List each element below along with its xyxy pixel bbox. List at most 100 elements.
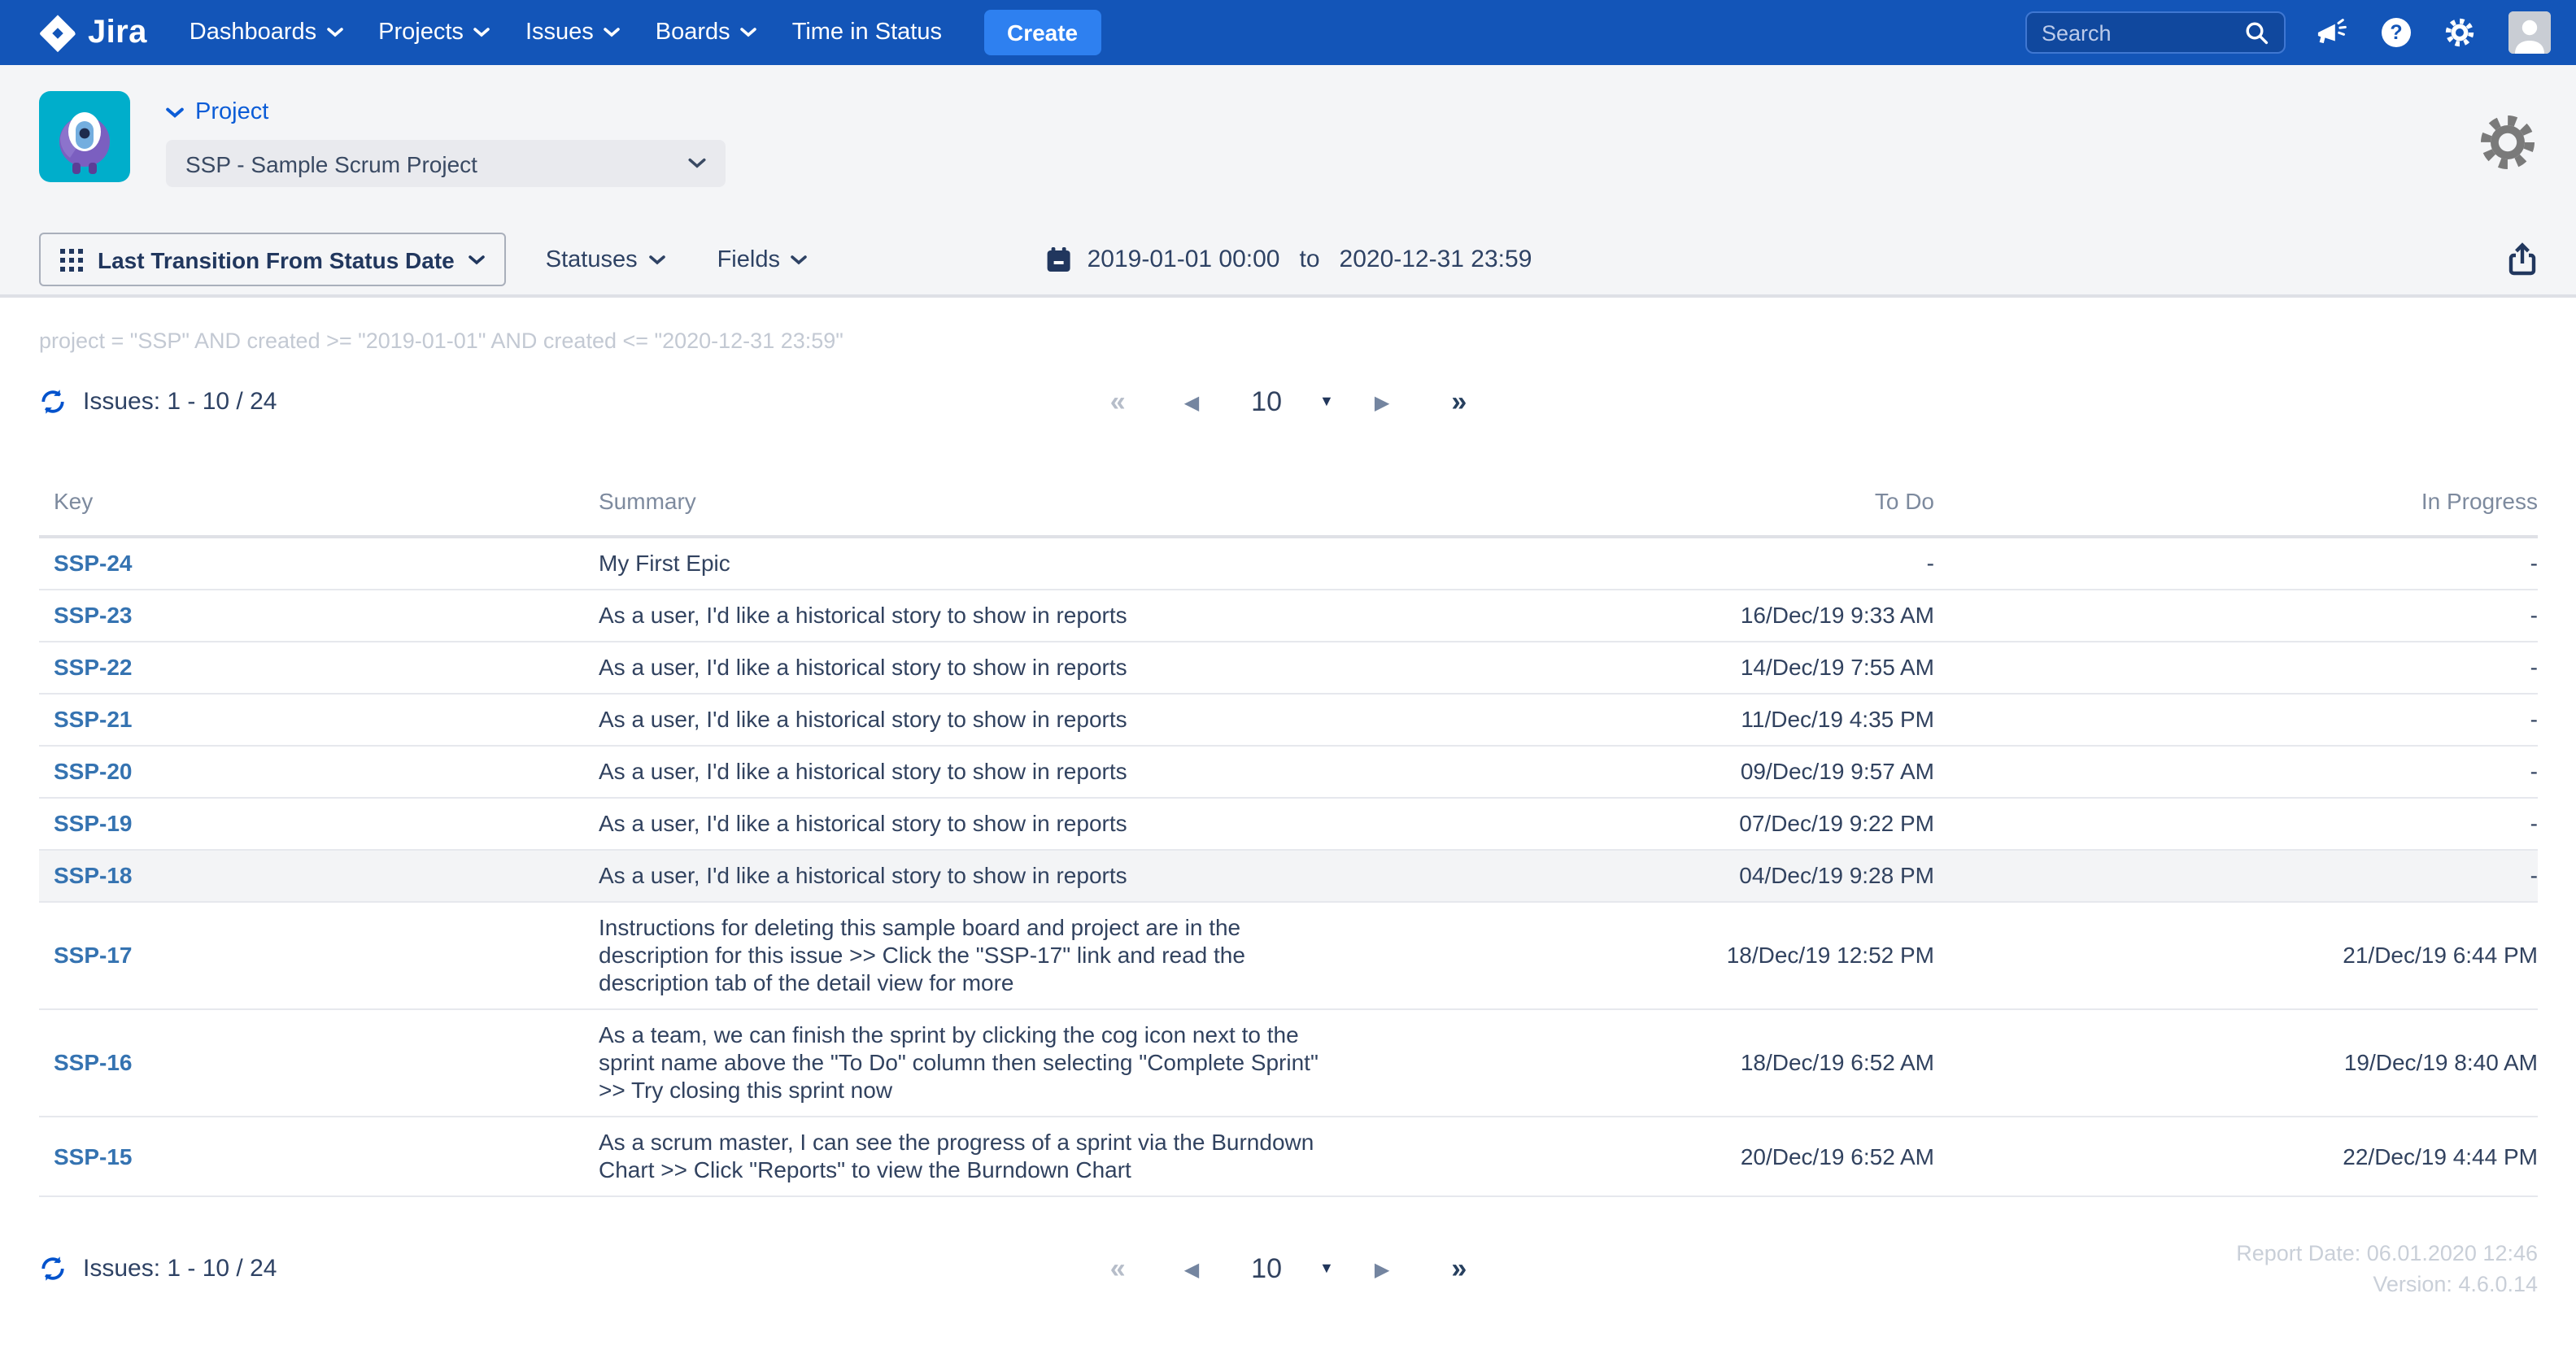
nav-item-time-in-status[interactable]: Time in Status <box>792 20 942 46</box>
report-type-dropdown[interactable]: Last Transition From Status Date <box>39 233 507 286</box>
issue-summary: As a user, I'd like a historical story t… <box>599 642 1363 694</box>
search-input[interactable] <box>2042 20 2243 45</box>
table-header-row: Key Summary To Do In Progress <box>39 472 2538 537</box>
project-select-value: SSP - Sample Scrum Project <box>185 150 477 176</box>
pagination-bottom: « ◀ 10 ▼ ▶ » <box>1110 1255 1467 1282</box>
top-list-controls: Issues: 1 - 10 / 24 « ◀ 10 ▼ ▶ » <box>39 374 2538 429</box>
issue-summary: Instructions for deleting this sample bo… <box>599 902 1363 1009</box>
last-page-button[interactable]: » <box>1451 1255 1467 1282</box>
next-page-button[interactable]: ▶ <box>1375 392 1389 412</box>
calendar-icon <box>1045 246 1073 273</box>
issue-key-link[interactable]: SSP-19 <box>39 798 599 850</box>
page-size-value[interactable]: 10 <box>1251 1255 1282 1282</box>
issue-todo-date: 20/Dec/19 6:52 AM <box>1363 1117 1934 1196</box>
settings-gear-icon[interactable] <box>2478 112 2538 181</box>
issue-todo-date: 09/Dec/19 9:57 AM <box>1363 746 1934 798</box>
top-navigation-bar: Jira Dashboards Projects Issues Boards T… <box>0 0 2576 65</box>
column-header-key: Key <box>39 472 599 537</box>
date-from: 2019-01-01 00:00 <box>1087 246 1280 273</box>
report-date: Report Date: 06.01.2020 12:46 <box>2236 1238 2538 1269</box>
project-select[interactable]: SSP - Sample Scrum Project <box>166 140 726 187</box>
pagination-top: « ◀ 10 ▼ ▶ » <box>1110 388 1467 416</box>
issue-summary: My First Epic <box>599 537 1363 590</box>
nav-item-issues[interactable]: Issues <box>525 20 620 46</box>
issue-key-link[interactable]: SSP-15 <box>39 1117 599 1196</box>
issue-inprogress-date: - <box>1934 746 2538 798</box>
statuses-dropdown[interactable]: Statuses <box>546 246 665 272</box>
avatar[interactable] <box>2508 11 2551 54</box>
prev-page-button[interactable]: ◀ <box>1184 392 1199 412</box>
issue-key-link[interactable]: SSP-21 <box>39 694 599 746</box>
chevron-down-icon <box>604 28 620 37</box>
issue-todo-date: 18/Dec/19 12:52 PM <box>1363 902 1934 1009</box>
prev-page-button[interactable]: ◀ <box>1184 1259 1199 1278</box>
nav-item-dashboards[interactable]: Dashboards <box>190 20 342 46</box>
issue-summary: As a user, I'd like a historical story t… <box>599 694 1363 746</box>
refresh-icon[interactable] <box>39 1255 67 1282</box>
export-icon[interactable] <box>2507 242 2538 277</box>
refresh-icon[interactable] <box>39 388 67 416</box>
nav-item-projects[interactable]: Projects <box>378 20 490 46</box>
first-page-button[interactable]: « <box>1110 388 1126 416</box>
report-version: Version: 4.6.0.14 <box>2236 1269 2538 1300</box>
table-row: SSP-17 Instructions for deleting this sa… <box>39 902 2538 1009</box>
jira-logo-text: Jira <box>88 14 147 51</box>
issue-key-link[interactable]: SSP-23 <box>39 590 599 642</box>
issue-key-link[interactable]: SSP-16 <box>39 1009 599 1117</box>
table-row: SSP-24 My First Epic - - <box>39 537 2538 590</box>
help-icon[interactable]: ? <box>2382 18 2411 47</box>
issue-todo-date: - <box>1363 537 1934 590</box>
page-size-value[interactable]: 10 <box>1251 388 1282 416</box>
search-icon[interactable] <box>2243 20 2269 46</box>
issue-summary: As a user, I'd like a historical story t… <box>599 746 1363 798</box>
jira-logo[interactable]: Jira <box>39 14 147 51</box>
issues-table-body: SSP-24 My First Epic - - SSP-23 As a use… <box>39 537 2538 1196</box>
megaphone-icon[interactable] <box>2315 17 2349 48</box>
search-box[interactable] <box>2025 11 2286 54</box>
create-button[interactable]: Create <box>984 10 1101 55</box>
first-page-button[interactable]: « <box>1110 1255 1126 1282</box>
table-row: SSP-18 As a user, I'd like a historical … <box>39 850 2538 902</box>
column-header-todo: To Do <box>1363 472 1934 537</box>
grid-icon <box>60 248 83 271</box>
table-row: SSP-22 As a user, I'd like a historical … <box>39 642 2538 694</box>
project-section-toggle[interactable]: Project <box>166 99 726 125</box>
table-row: SSP-21 As a user, I'd like a historical … <box>39 694 2538 746</box>
column-header-inprogress: In Progress <box>1934 472 2538 537</box>
table-row: SSP-16 As a team, we can finish the spri… <box>39 1009 2538 1117</box>
date-range-picker[interactable]: 2019-01-01 00:00 to 2020-12-31 23:59 <box>1045 246 1532 273</box>
issue-inprogress-date: - <box>1934 590 2538 642</box>
issue-inprogress-date: - <box>1934 798 2538 850</box>
jql-query-text: project = "SSP" AND created >= "2019-01-… <box>39 329 2538 353</box>
report-header-section: Project SSP - Sample Scrum Project Last … <box>0 65 2576 298</box>
nav-icon-group: ? <box>2315 11 2551 54</box>
issue-key-link[interactable]: SSP-22 <box>39 642 599 694</box>
report-type-label: Last Transition From Status Date <box>98 246 455 272</box>
gear-icon[interactable] <box>2443 16 2476 49</box>
chevron-down-icon <box>473 28 490 37</box>
issue-key-link[interactable]: SSP-20 <box>39 746 599 798</box>
issue-todo-date: 04/Dec/19 9:28 PM <box>1363 850 1934 902</box>
jira-logo-icon <box>39 14 76 51</box>
issue-todo-date: 14/Dec/19 7:55 AM <box>1363 642 1934 694</box>
fields-dropdown[interactable]: Fields <box>717 246 808 272</box>
issue-key-link[interactable]: SSP-18 <box>39 850 599 902</box>
table-row: SSP-19 As a user, I'd like a historical … <box>39 798 2538 850</box>
issue-inprogress-date: - <box>1934 537 2538 590</box>
next-page-button[interactable]: ▶ <box>1375 1259 1389 1278</box>
issue-inprogress-date: - <box>1934 642 2538 694</box>
app-window: Jira Dashboards Projects Issues Boards T… <box>0 0 2576 1350</box>
issues-table: Key Summary To Do In Progress SSP-24 My … <box>39 472 2538 1197</box>
issue-key-link[interactable]: SSP-24 <box>39 537 599 590</box>
issue-todo-date: 11/Dec/19 4:35 PM <box>1363 694 1934 746</box>
page-size-dropdown-icon[interactable]: ▼ <box>1319 1261 1334 1276</box>
nav-item-boards[interactable]: Boards <box>656 20 756 46</box>
issue-inprogress-date: - <box>1934 694 2538 746</box>
page-size-dropdown-icon[interactable]: ▼ <box>1319 394 1334 409</box>
issue-summary: As a scrum master, I can see the progres… <box>599 1117 1363 1196</box>
issue-todo-date: 16/Dec/19 9:33 AM <box>1363 590 1934 642</box>
issue-key-link[interactable]: SSP-17 <box>39 902 599 1009</box>
table-row: SSP-23 As a user, I'd like a historical … <box>39 590 2538 642</box>
last-page-button[interactable]: » <box>1451 388 1467 416</box>
report-meta: Report Date: 06.01.2020 12:46 Version: 4… <box>2236 1238 2538 1300</box>
